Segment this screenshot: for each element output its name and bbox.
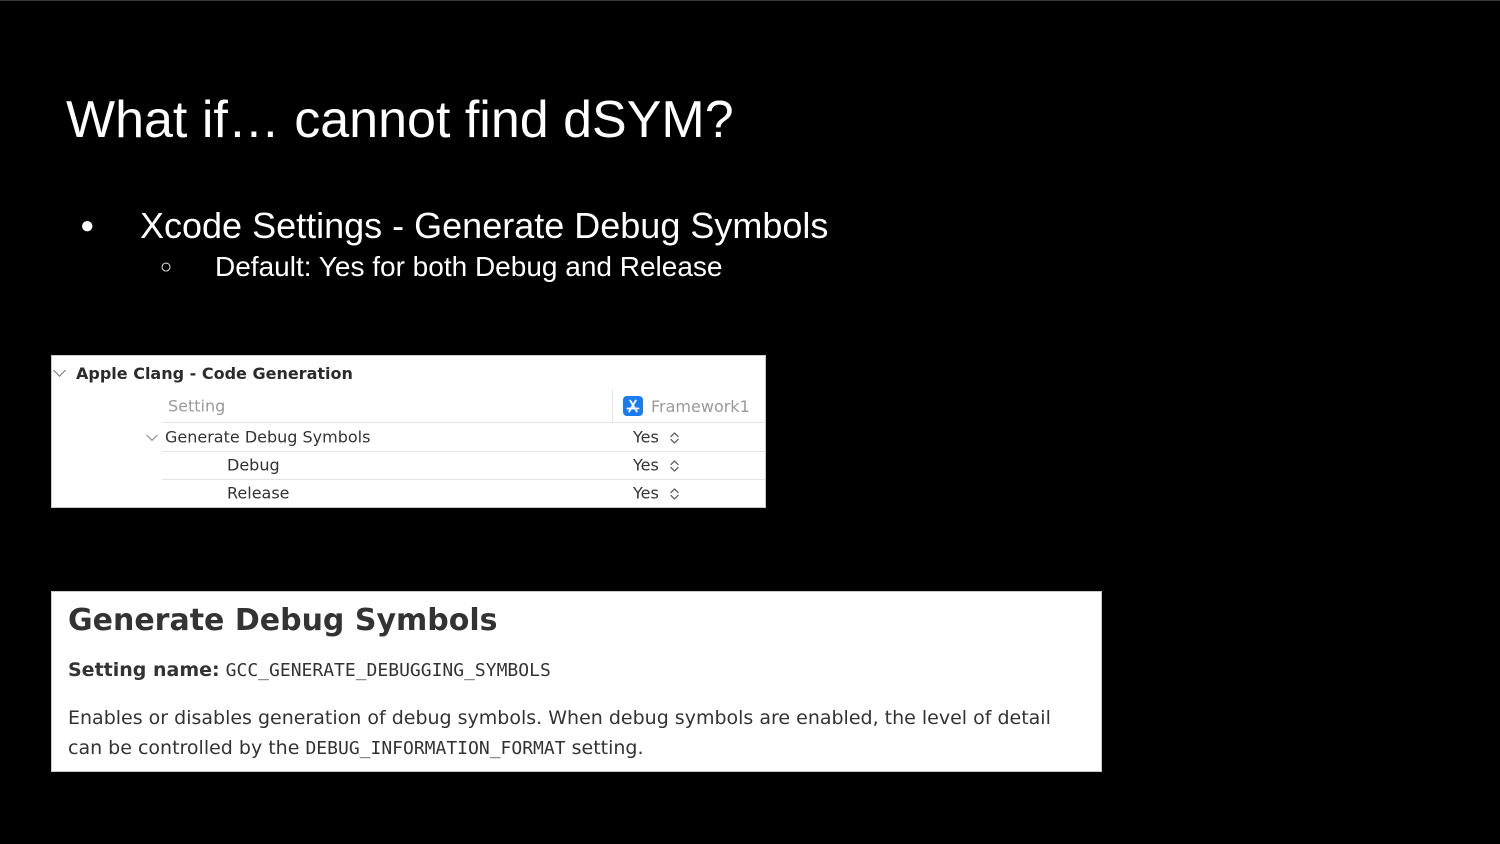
doc-title: Generate Debug Symbols — [68, 603, 498, 638]
bullet-level-1: ● Xcode Settings - Generate Debug Symbol… — [80, 204, 828, 248]
section-title: Apple Clang - Code Generation — [76, 363, 353, 383]
settings-row-release[interactable]: Release Yes — [162, 479, 765, 507]
app-store-icon — [623, 396, 643, 416]
bullet-text: Xcode Settings - Generate Debug Symbols — [140, 205, 829, 246]
setting-name: Release — [227, 483, 290, 503]
stepper-arrows-icon — [670, 432, 679, 444]
stepper-arrows-icon — [670, 460, 679, 472]
filled-bullet-icon: ● — [80, 212, 95, 239]
chevron-down-icon[interactable] — [146, 429, 158, 442]
bullet-text: Default: Yes for both Debug and Release — [215, 251, 723, 282]
section-header-code-generation[interactable]: Apple Clang - Code Generation — [52, 362, 353, 384]
setting-value-select[interactable]: Yes — [633, 456, 679, 475]
doc-description: Enables or disables generation of debug … — [68, 703, 1088, 764]
settings-row-generate-debug-symbols[interactable]: Generate Debug Symbols Yes — [146, 423, 765, 452]
chevron-down-icon[interactable] — [53, 364, 66, 377]
xcode-build-settings-panel: Apple Clang - Code Generation Setting Fr… — [51, 355, 766, 508]
setting-name-code: GCC_GENERATE_DEBUGGING_SYMBOLS — [225, 660, 551, 681]
doc-setting-name-line: Setting name: GCC_GENERATE_DEBUGGING_SYM… — [68, 657, 1085, 684]
setting-name-label: Setting name: — [68, 659, 220, 681]
settings-row-debug[interactable]: Debug Yes — [162, 451, 765, 480]
settings-column-header: Setting Framework1 — [162, 390, 765, 423]
description-text-end: setting. — [571, 737, 644, 759]
bullet-level-2: ○ Default: Yes for both Debug and Releas… — [160, 251, 722, 283]
setting-value: Yes — [633, 455, 659, 475]
setting-value-select[interactable]: Yes — [633, 428, 679, 447]
setting-value: Yes — [633, 427, 659, 447]
slide-title: What if… cannot find dSYM? — [66, 91, 734, 149]
setting-name: Generate Debug Symbols — [165, 427, 371, 447]
setting-name: Debug — [227, 455, 280, 475]
hollow-bullet-icon: ○ — [160, 256, 173, 278]
stepper-arrows-icon — [670, 488, 679, 500]
target-column-framework1[interactable]: Framework1 — [612, 390, 750, 422]
setting-column-label: Setting — [168, 396, 226, 416]
setting-value: Yes — [633, 483, 659, 503]
setting-value-select[interactable]: Yes — [633, 484, 679, 503]
top-divider — [0, 0, 1500, 1]
description-code: DEBUG_INFORMATION_FORMAT — [305, 738, 566, 759]
documentation-box: Generate Debug Symbols Setting name: GCC… — [51, 591, 1102, 772]
target-name: Framework1 — [651, 396, 750, 416]
